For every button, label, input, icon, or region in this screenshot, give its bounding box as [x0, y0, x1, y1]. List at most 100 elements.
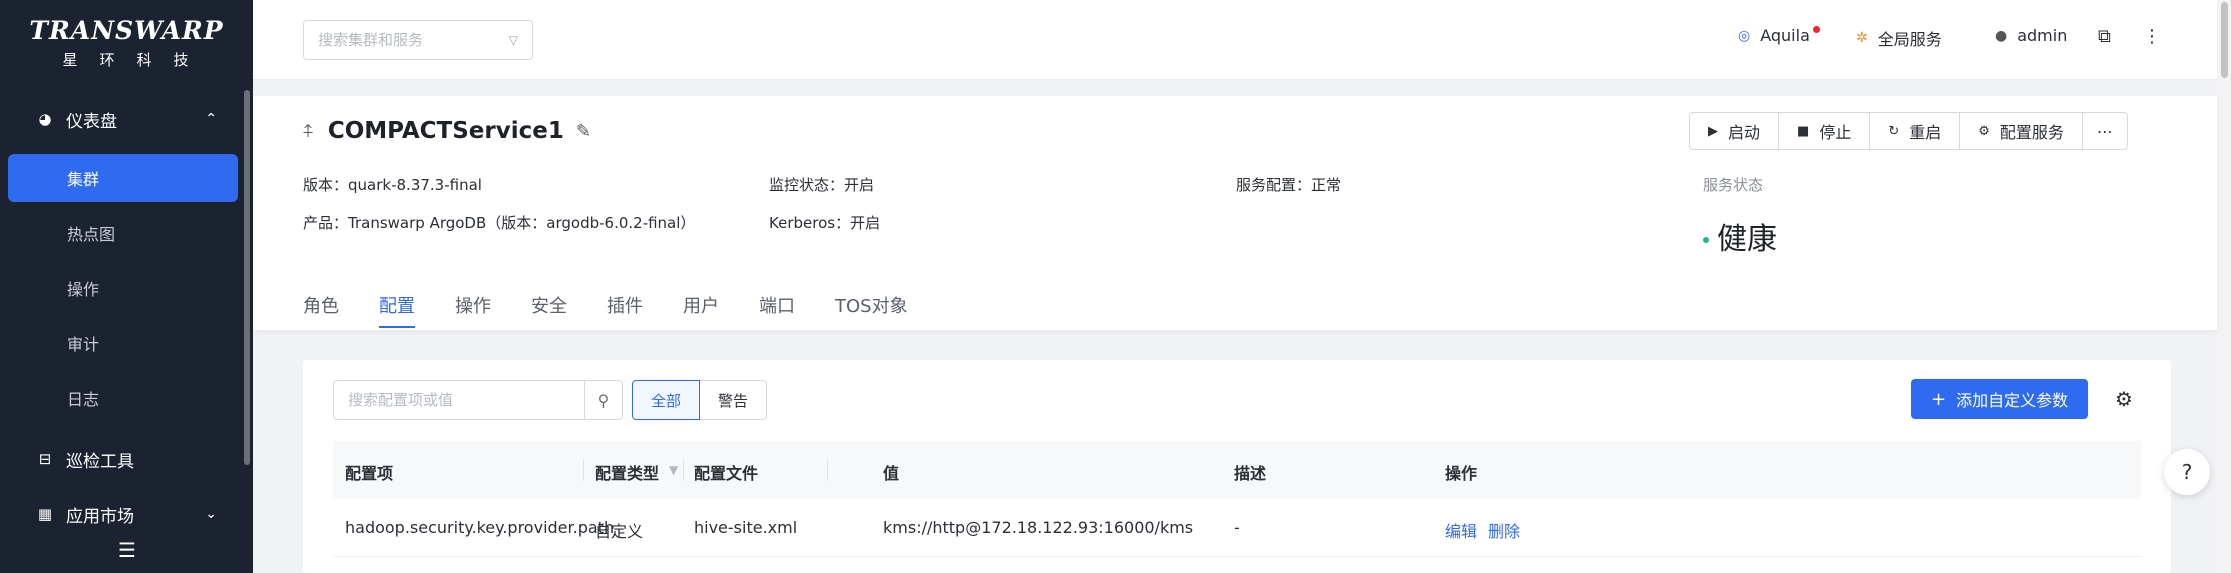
- configure-service-label: 配置服务: [1999, 123, 2064, 142]
- sidebar-item-cluster[interactable]: 集群: [8, 154, 238, 202]
- brand-logo[interactable]: TRANSWARP 星环科技: [0, 0, 253, 85]
- help-icon[interactable]: ?: [2164, 449, 2210, 495]
- tab-roles[interactable]: 角色: [303, 292, 339, 328]
- column-header-value[interactable]: 值: [883, 460, 899, 484]
- plus-icon: +: [1931, 388, 1947, 410]
- user-menu[interactable]: ● admin: [1995, 26, 2067, 45]
- global-services-link[interactable]: ✲ 全局服务: [1856, 26, 1942, 50]
- product-value: Transwarp ArgoDB（版本：argodb-6.0.2-final）: [348, 214, 696, 232]
- config-search: ⚲: [333, 380, 623, 420]
- table-settings-gear-icon[interactable]: ⚙: [2115, 387, 2133, 411]
- tab-security[interactable]: 安全: [531, 292, 567, 328]
- sidebar-item-market[interactable]: ▦ 应用市场 ⌄: [0, 493, 253, 535]
- brand-subtitle: 星环科技: [62, 50, 211, 69]
- sidebar-scrollbar[interactable]: [244, 90, 250, 465]
- filter-all-button[interactable]: 全部: [632, 380, 701, 420]
- kerberos-label: Kerberos：: [769, 214, 851, 232]
- column-header-type[interactable]: 配置类型: [595, 460, 659, 484]
- filter-warning-button[interactable]: 警告: [700, 380, 768, 420]
- sidebar-item-label: 巡检工具: [66, 451, 134, 472]
- tab-users[interactable]: 用户: [683, 292, 719, 328]
- notification-dot: [1813, 26, 1820, 33]
- sidebar-item-label: 审计: [67, 335, 100, 354]
- start-button[interactable]: ▶ 启动: [1690, 113, 1780, 149]
- column-header-actions: 操作: [1445, 464, 1478, 483]
- service-action-group: ▶ 启动 ■ 停止 ↻ 重启 ⚙ 配置服务 ⋯: [1689, 112, 2128, 150]
- config-filter: 全部 警告: [632, 380, 768, 420]
- version-value: quark-8.37.3-final: [348, 176, 482, 194]
- stop-button[interactable]: ■ 停止: [1779, 113, 1871, 149]
- restart-icon: ↻: [1888, 123, 1900, 139]
- sidebar-item-operations[interactable]: 操作: [8, 264, 238, 312]
- chevron-down-icon: ▽: [508, 33, 518, 47]
- config-search-input[interactable]: [348, 391, 578, 409]
- monitor-value: 开启: [844, 176, 875, 194]
- add-custom-param-button[interactable]: + 添加自定义参数: [1911, 379, 2089, 419]
- column-header-key[interactable]: 配置项: [345, 460, 393, 484]
- column-divider: [827, 459, 828, 481]
- sidebar-item-label: 热点图: [67, 225, 116, 244]
- delete-link[interactable]: 删除: [1488, 518, 1520, 542]
- start-label: 启动: [1728, 123, 1761, 142]
- page-scrollbar-track[interactable]: [2217, 0, 2231, 573]
- config-status-info: 服务配置：正常: [1236, 174, 1341, 195]
- cluster-search-select[interactable]: ▽: [303, 20, 533, 60]
- sidebar-group-dashboard[interactable]: ◕ 仪表盘 ⌃: [0, 98, 253, 140]
- stop-icon: ■: [1797, 123, 1810, 139]
- config-desc: -: [1234, 518, 1240, 537]
- service-status-label: 服务状态: [1703, 176, 1764, 194]
- search-icon[interactable]: ⚲: [584, 381, 622, 419]
- service-status-value: 健康: [1717, 222, 1777, 257]
- edit-pencil-icon[interactable]: ✎: [576, 121, 591, 142]
- config-file: hive-site.xml: [694, 518, 798, 537]
- version-info: 版本：quark-8.37.3-final: [303, 174, 482, 195]
- sidebar-item-label: 操作: [67, 280, 100, 299]
- tab-operations[interactable]: 操作: [455, 292, 491, 328]
- tab-ports[interactable]: 端口: [759, 292, 795, 328]
- config-type: 自定义: [595, 522, 644, 541]
- top-header: ▽ ◎ Aquila ✲ 全局服务 ● admin ⧉ ⋮: [253, 0, 2231, 80]
- restart-button[interactable]: ↻ 重启: [1870, 113, 1961, 149]
- user-icon: ●: [1995, 27, 2008, 44]
- edit-link[interactable]: 编辑: [1445, 518, 1477, 542]
- restart-label: 重启: [1909, 123, 1942, 142]
- tab-plugins[interactable]: 插件: [607, 292, 643, 328]
- language-icon[interactable]: ⧉: [2098, 26, 2111, 47]
- config-status-value: 正常: [1311, 176, 1342, 194]
- column-divider: [583, 459, 584, 481]
- page-scrollbar-thumb[interactable]: [2221, 2, 2228, 78]
- tab-config[interactable]: 配置: [379, 292, 415, 328]
- sidebar-item-audit[interactable]: 审计: [8, 319, 238, 367]
- gear-icon: ⚙: [1978, 123, 1990, 139]
- more-vertical-icon[interactable]: ⋮: [2143, 26, 2161, 47]
- table-row: hadoop.security.key.provider.path 自定义 hi…: [333, 499, 2141, 557]
- sidebar-item-label: 应用市场: [66, 506, 134, 527]
- column-header-file[interactable]: 配置文件: [694, 460, 758, 484]
- more-icon: ⋯: [2096, 121, 2113, 141]
- aquila-icon: ◎: [1738, 27, 1751, 44]
- column-header-desc[interactable]: 描述: [1234, 460, 1266, 484]
- sidebar-item-heatmap[interactable]: 热点图: [8, 209, 238, 257]
- more-actions-button[interactable]: ⋯: [2083, 113, 2127, 149]
- monitor-info: 监控状态：开启: [769, 174, 874, 195]
- aquila-link[interactable]: ◎ Aquila: [1738, 26, 1810, 45]
- config-value: kms://http@172.18.122.93:16000/kms: [883, 518, 1194, 537]
- collapse-menu-icon[interactable]: ☰: [118, 538, 136, 562]
- service-name: COMPACTService1: [327, 118, 564, 144]
- sidebar-item-inspection[interactable]: ⊟ 巡检工具: [0, 438, 253, 480]
- sidebar-item-label: 集群: [67, 170, 100, 189]
- config-key: hadoop.security.key.provider.path: [345, 518, 615, 537]
- sidebar-item-logs[interactable]: 日志: [8, 374, 238, 422]
- sidebar-group-label: 仪表盘: [66, 111, 117, 132]
- filter-icon[interactable]: ▼: [669, 463, 678, 477]
- cluster-search-input[interactable]: [318, 31, 498, 49]
- version-label: 版本：: [303, 176, 349, 194]
- sidebar-item-label: 日志: [67, 390, 100, 409]
- brand-name: TRANSWARP: [29, 15, 224, 45]
- kerberos-value: 开启: [850, 214, 881, 232]
- services-icon: ✲: [1856, 30, 1868, 46]
- chevron-up-icon: ⌃: [205, 111, 217, 127]
- configure-service-button[interactable]: ⚙ 配置服务: [1960, 113, 2083, 149]
- tab-tos-objects[interactable]: TOS对象: [835, 292, 908, 328]
- dashboard-icon: ◕: [38, 110, 52, 128]
